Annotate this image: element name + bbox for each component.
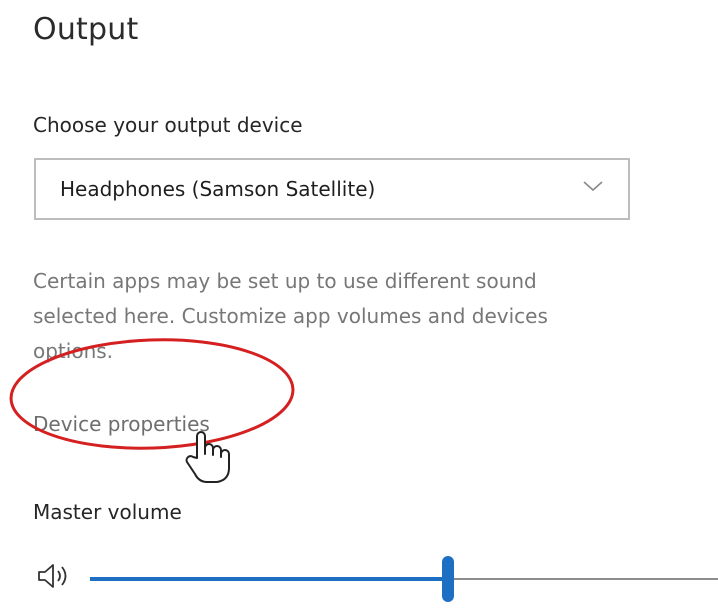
choose-output-device-label: Choose your output device [33, 113, 303, 137]
output-description: Certain apps may be set up to use differ… [33, 264, 718, 369]
master-volume-label: Master volume [33, 500, 182, 524]
slider-fill [90, 577, 448, 581]
hand-pointer-icon [185, 431, 230, 483]
master-volume-slider[interactable] [90, 556, 718, 602]
output-device-value: Headphones (Samson Satellite) [60, 177, 376, 201]
description-line: Certain apps may be set up to use differ… [33, 269, 537, 293]
description-line: options. [33, 339, 114, 363]
device-properties-link[interactable]: Device properties [33, 412, 210, 436]
speaker-icon[interactable] [36, 561, 72, 591]
page-title: Output [33, 12, 139, 47]
chevron-down-icon [583, 181, 603, 192]
slider-thumb[interactable] [442, 556, 454, 602]
description-line: selected here. Customize app volumes and… [33, 304, 548, 328]
output-device-dropdown[interactable]: Headphones (Samson Satellite) [34, 158, 630, 220]
